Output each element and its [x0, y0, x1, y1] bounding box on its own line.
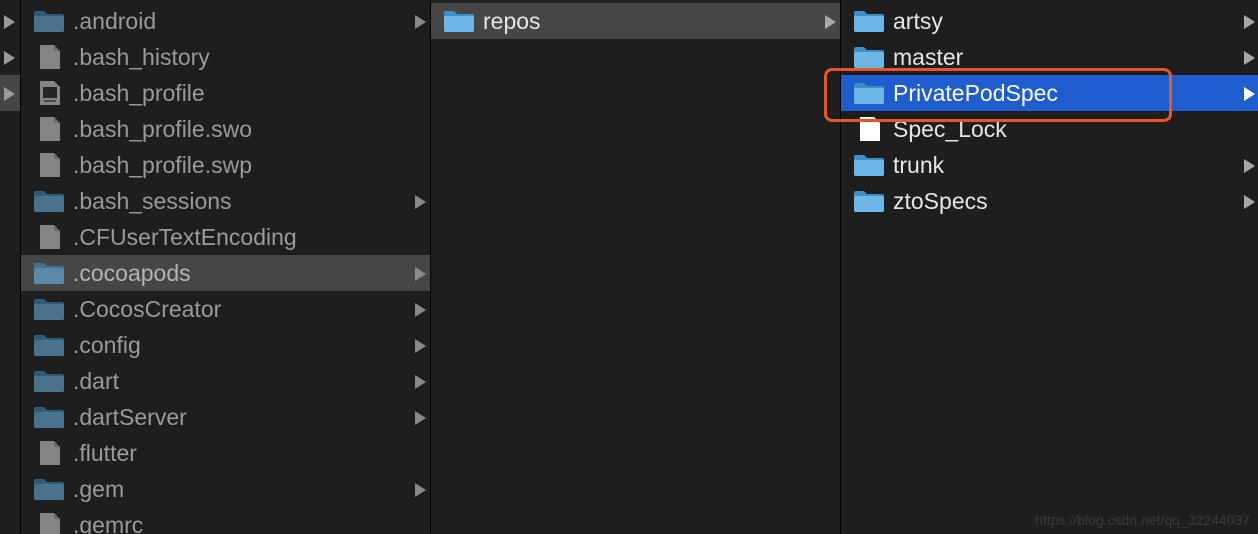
item-name: .bash_profile.swp [73, 152, 252, 178]
document-icon [33, 441, 65, 465]
home-folder-column[interactable]: .android .bash_history .bash_profile .bash_… [20, 0, 430, 534]
item-name: .bash_profile.swo [73, 116, 252, 142]
disclosure-arrow-icon [825, 15, 836, 29]
disclosure-arrow-icon [415, 375, 426, 389]
folder-icon [33, 261, 65, 285]
list-item-dartserver[interactable]: .dartServer [21, 399, 430, 435]
blank-document-icon [853, 117, 885, 141]
folder-icon [853, 153, 885, 177]
list-item-dart[interactable]: .dart [21, 363, 430, 399]
disclosure-arrow-icon [4, 51, 15, 65]
document-icon [33, 45, 65, 69]
shell-script-icon [33, 81, 65, 105]
disclosure-arrow-icon [415, 195, 426, 209]
document-icon [33, 513, 65, 534]
list-item-bash-profile[interactable]: .bash_profile [21, 75, 430, 111]
item-name: .config [73, 332, 141, 358]
item-name: .dart [73, 368, 120, 394]
item-name: .bash_history [73, 44, 210, 70]
disclosure-arrow-icon [1244, 51, 1255, 65]
list-item-cfusertextencoding[interactable]: .CFUserTextEncoding [21, 219, 430, 255]
disclosure-arrow-icon [4, 87, 15, 101]
item-name: repos [483, 8, 541, 34]
item-name: .gemrc [73, 512, 144, 534]
document-icon [33, 117, 65, 141]
disclosure-arrow-icon [4, 15, 15, 29]
disclosure-arrow-icon [415, 15, 426, 29]
list-item-bash-profile-swo[interactable]: .bash_profile.swo [21, 111, 430, 147]
list-item-trunk[interactable]: trunk [841, 147, 1258, 183]
document-icon [33, 153, 65, 177]
repos-folder-column[interactable]: artsy master PrivatePodSpec Spec_Locktrunk z… [840, 0, 1258, 534]
item-name: .CFUserTextEncoding [73, 224, 297, 250]
watermark-text: https://blog.csdn.net/qq_32244037 [1035, 512, 1250, 528]
disclosure-arrow-icon [415, 303, 426, 317]
disclosure-arrow-icon [1244, 195, 1255, 209]
item-name: artsy [893, 8, 943, 34]
list-item-gemrc[interactable]: .gemrc [21, 507, 430, 534]
item-name: .bash_sessions [73, 188, 232, 214]
list-item-master[interactable]: master [841, 39, 1258, 75]
item-name: .flutter [73, 440, 137, 466]
list-item-artsy[interactable]: artsy [841, 3, 1258, 39]
item-name: ztoSpecs [893, 188, 988, 214]
list-item-bash-profile-swp[interactable]: .bash_profile.swp [21, 147, 430, 183]
item-name: PrivatePodSpec [893, 80, 1058, 106]
list-item-cocoscreator[interactable]: .CocosCreator [21, 291, 430, 327]
item-name: .android [73, 8, 157, 34]
list-item-android[interactable]: .android [21, 3, 430, 39]
folder-icon [33, 189, 65, 213]
item-name: .cocoapods [73, 260, 191, 286]
folder-icon [33, 297, 65, 321]
list-item-repos[interactable]: repos [431, 3, 840, 39]
disclosure-arrow-icon [415, 267, 426, 281]
item-name: .dartServer [73, 404, 187, 430]
folder-icon [853, 189, 885, 213]
disclosure-arrow-icon [1244, 159, 1255, 173]
item-name: trunk [893, 152, 945, 178]
list-item-cocoapods[interactable]: .cocoapods [21, 255, 430, 291]
folder-icon [853, 9, 885, 33]
list-item[interactable] [0, 39, 20, 75]
disclosure-arrow-icon [1244, 87, 1255, 101]
folder-icon [33, 405, 65, 429]
folder-icon [853, 45, 885, 69]
disclosure-arrow-icon [1244, 15, 1255, 29]
list-item-privatepodspec[interactable]: PrivatePodSpec [841, 75, 1258, 111]
list-item-ztospecs[interactable]: ztoSpecs [841, 183, 1258, 219]
list-item-bash-history[interactable]: .bash_history [21, 39, 430, 75]
list-item-bash-sessions[interactable]: .bash_sessions [21, 183, 430, 219]
item-name: .CocosCreator [73, 296, 222, 322]
list-item-spec-lock[interactable]: Spec_Lock [841, 111, 1258, 147]
list-item[interactable] [0, 3, 20, 39]
folder-icon [33, 9, 65, 33]
item-name: .bash_profile [73, 80, 205, 106]
disclosure-arrow-icon [415, 339, 426, 353]
cocoapods-folder-column[interactable]: repos [430, 0, 840, 534]
folder-icon [33, 477, 65, 501]
item-name: Spec_Lock [893, 116, 1007, 142]
disclosure-arrow-icon [415, 411, 426, 425]
list-item-gem[interactable]: .gem [21, 471, 430, 507]
list-item-config[interactable]: .config [21, 327, 430, 363]
list-item-flutter[interactable]: .flutter [21, 435, 430, 471]
finder-column-browser: .android .bash_history .bash_profile .bash_… [0, 0, 1258, 534]
item-name: .gem [73, 476, 125, 502]
item-name: master [893, 44, 964, 70]
folder-icon [443, 9, 475, 33]
folder-icon [33, 369, 65, 393]
parent-column[interactable] [0, 0, 20, 534]
folder-icon [33, 333, 65, 357]
folder-icon [853, 81, 885, 105]
list-item[interactable] [0, 75, 20, 111]
disclosure-arrow-icon [415, 483, 426, 497]
document-icon [33, 225, 65, 249]
